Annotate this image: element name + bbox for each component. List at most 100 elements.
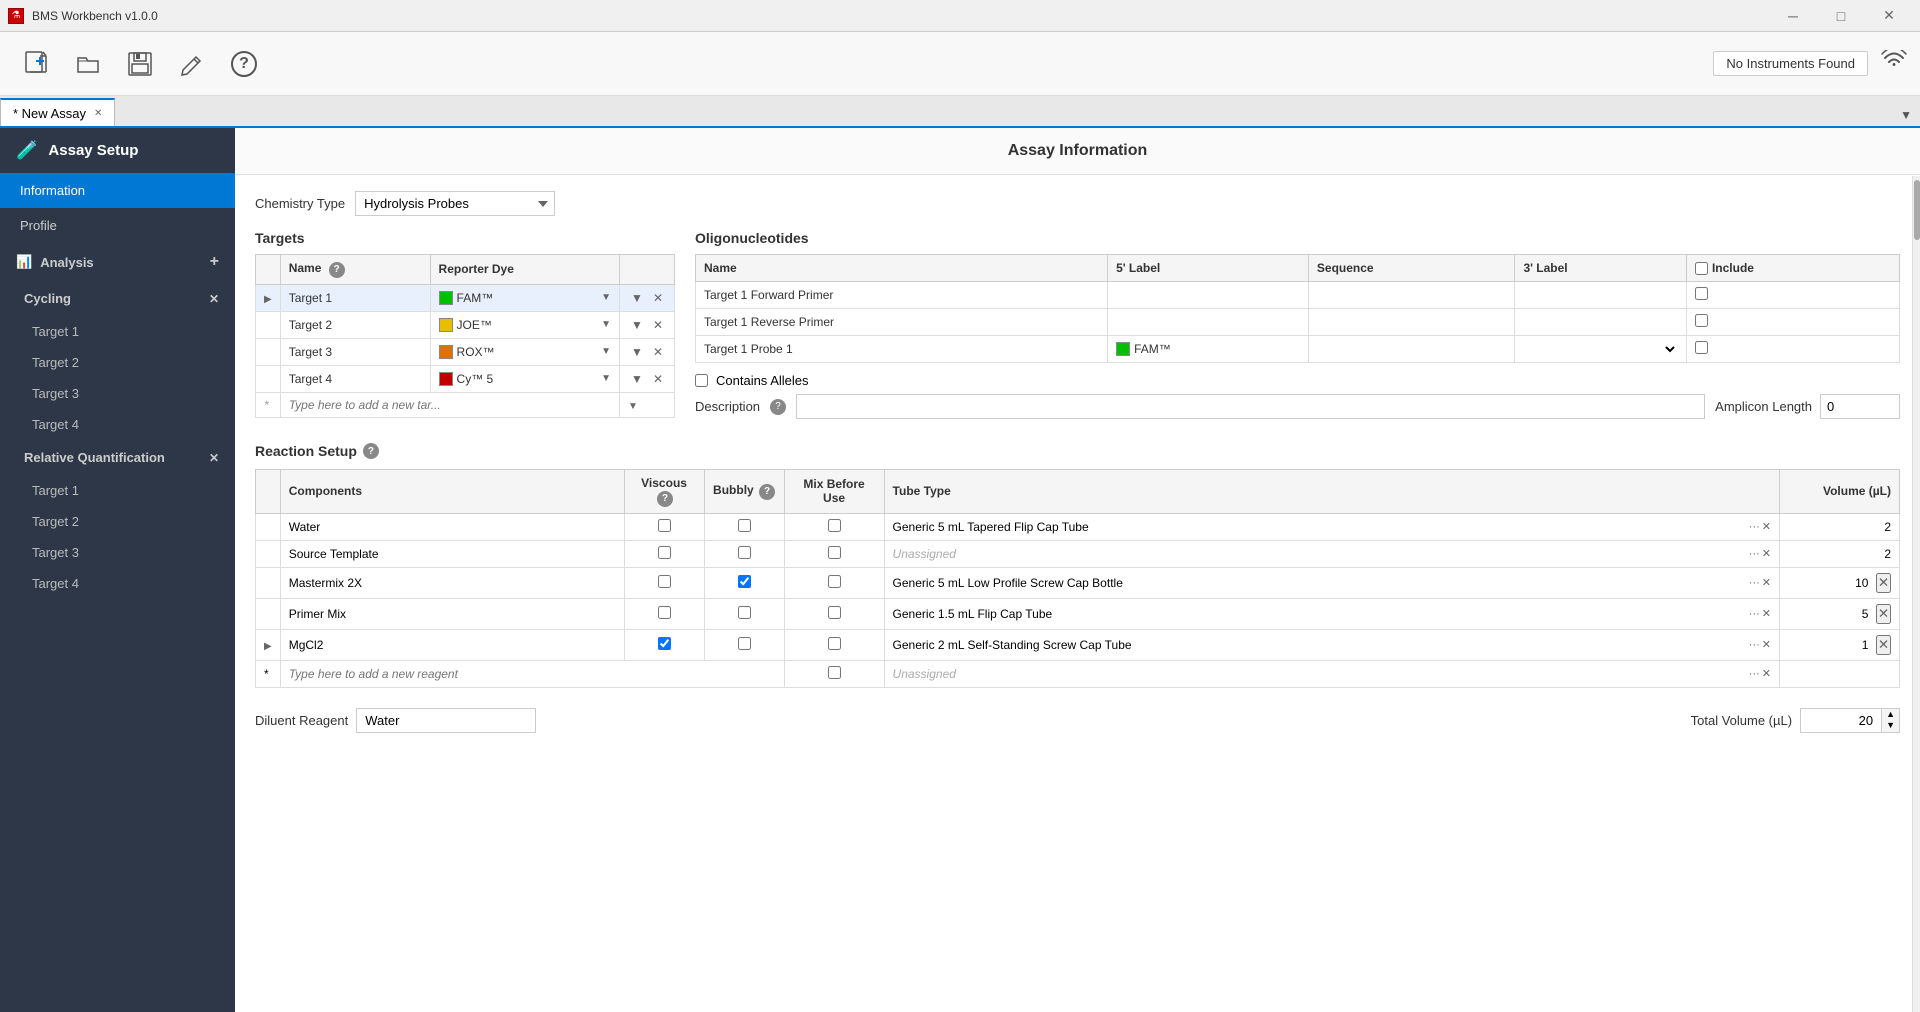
target-2-dye-arrow[interactable]: ▼ — [601, 319, 611, 330]
total-vol-input[interactable] — [1801, 709, 1881, 732]
oligo-include-all-checkbox[interactable] — [1695, 262, 1708, 275]
new-reagent-input[interactable] — [289, 667, 776, 681]
target-2-delete-btn[interactable]: ✕ — [650, 317, 666, 333]
mastermix-tube-more-btn[interactable]: ··· — [1749, 577, 1760, 589]
mastermix-vol-delete-btn[interactable]: ✕ — [1876, 573, 1891, 593]
mgcl2-mix-cb[interactable] — [828, 637, 841, 650]
source-tube-clear-btn[interactable]: ✕ — [1762, 547, 1771, 560]
target-2-dropdown-btn[interactable]: ▼ — [628, 317, 646, 333]
primer-bubbly-cb[interactable] — [738, 606, 751, 619]
target-3-dropdown-btn[interactable]: ▼ — [628, 344, 646, 360]
primer-tube-more-btn[interactable]: ··· — [1749, 608, 1760, 620]
cycling-close-icon[interactable]: ✕ — [209, 292, 219, 306]
amplicon-length-input[interactable] — [1820, 394, 1900, 419]
target-4-dye-arrow[interactable]: ▼ — [601, 373, 611, 384]
primer-mix-cb[interactable] — [828, 606, 841, 619]
rel-quant-header[interactable]: Relative Quantification ✕ — [0, 440, 235, 475]
oligo-1-include-checkbox[interactable] — [1695, 314, 1708, 327]
sidebar-item-profile[interactable]: Profile — [0, 208, 235, 243]
water-bubbly-cb[interactable] — [738, 519, 751, 532]
minimize-button[interactable]: ─ — [1770, 0, 1816, 32]
oligo-2-include-checkbox[interactable] — [1695, 341, 1708, 354]
oligo-row-1[interactable]: Target 1 Reverse Primer — [696, 309, 1900, 336]
cycling-target-4[interactable]: Target 4 — [0, 409, 235, 440]
source-tube-more-btn[interactable]: ··· — [1749, 548, 1760, 560]
new-button[interactable] — [12, 40, 60, 88]
mastermix-tube-clear-btn[interactable]: ✕ — [1762, 576, 1771, 589]
target-1-dropdown-btn[interactable]: ▼ — [628, 290, 646, 306]
target-1-dye-arrow[interactable]: ▼ — [601, 292, 611, 303]
target-3-delete-btn[interactable]: ✕ — [650, 344, 666, 360]
viscous-help-icon[interactable]: ? — [657, 491, 673, 507]
oligo-0-include-checkbox[interactable] — [1695, 287, 1708, 300]
target-row-4[interactable]: Target 4 Cy™ 5 ▼ — [256, 365, 675, 392]
target-row-3[interactable]: Target 3 ROX™ ▼ — [256, 338, 675, 365]
cycling-target-2[interactable]: Target 2 — [0, 347, 235, 378]
save-button[interactable] — [116, 40, 164, 88]
targets-name-help[interactable]: ? — [329, 262, 345, 278]
open-button[interactable] — [64, 40, 112, 88]
target-4-dropdown-btn[interactable]: ▼ — [628, 371, 646, 387]
oligo-row-0[interactable]: Target 1 Forward Primer — [696, 282, 1900, 309]
tab-close-icon[interactable]: ✕ — [94, 108, 102, 119]
source-mix-cb[interactable] — [828, 546, 841, 559]
new-target-row[interactable]: * ▼ — [256, 392, 675, 417]
primer-tube-clear-btn[interactable]: ✕ — [1762, 607, 1771, 620]
new-reagent-tube-clear-btn[interactable]: ✕ — [1762, 667, 1771, 680]
cycling-header[interactable]: Cycling ✕ — [0, 281, 235, 316]
mastermix-viscous-cb[interactable] — [658, 575, 671, 588]
oligo-row-2[interactable]: Target 1 Probe 1 FAM™ — [696, 336, 1900, 363]
target-row-1[interactable]: ▶ Target 1 FAM™ ▼ — [256, 284, 675, 311]
relquant-target-1[interactable]: Target 1 — [0, 475, 235, 506]
new-reagent-viscous-cb[interactable] — [828, 666, 841, 679]
sidebar-item-information[interactable]: Information — [0, 173, 235, 208]
oligo-2-label3-select[interactable] — [1523, 341, 1678, 357]
mgcl2-tube-clear-btn[interactable]: ✕ — [1762, 638, 1771, 651]
relquant-target-2[interactable]: Target 2 — [0, 506, 235, 537]
analysis-header[interactable]: 📊 Analysis + — [0, 243, 235, 281]
reaction-row-mgcl2[interactable]: ▶ MgCl2 Generic 2 mL Self-Standing Screw… — [256, 629, 1900, 660]
water-viscous-cb[interactable] — [658, 519, 671, 532]
reaction-help-icon[interactable]: ? — [363, 443, 379, 459]
target-row-2[interactable]: Target 2 JOE™ ▼ — [256, 311, 675, 338]
cycling-target-3[interactable]: Target 3 — [0, 378, 235, 409]
water-tube-clear-btn[interactable]: ✕ — [1762, 520, 1771, 533]
mgcl2-bubbly-cb[interactable] — [738, 637, 751, 650]
help-button[interactable]: ? — [220, 40, 268, 88]
mgcl2-vol-delete-btn[interactable]: ✕ — [1876, 635, 1891, 655]
total-vol-decrement-btn[interactable]: ▼ — [1882, 720, 1899, 732]
content-scrollbar[interactable] — [1912, 176, 1920, 1012]
edit-button[interactable] — [168, 40, 216, 88]
target-4-delete-btn[interactable]: ✕ — [650, 371, 666, 387]
scrollbar-thumb[interactable] — [1914, 180, 1920, 240]
diluent-input[interactable] — [356, 708, 536, 733]
chemistry-type-select[interactable]: Hydrolysis Probes Intercalating Dye Mole… — [355, 191, 555, 216]
reaction-row-mastermix[interactable]: Mastermix 2X Generic 5 mL Low Profile Sc… — [256, 567, 1900, 598]
reaction-row-source[interactable]: Source Template Unassigned ··· ✕ — [256, 540, 1900, 567]
water-mix-cb[interactable] — [828, 519, 841, 532]
new-assay-tab[interactable]: * New Assay ✕ — [0, 98, 115, 126]
mastermix-mix-cb[interactable] — [828, 575, 841, 588]
target-1-delete-btn[interactable]: ✕ — [650, 290, 666, 306]
close-button[interactable]: ✕ — [1866, 0, 1912, 32]
contains-alleles-checkbox[interactable] — [695, 374, 708, 387]
new-reagent-row[interactable]: * Unassigned ··· ✕ — [256, 660, 1900, 687]
mgcl2-viscous-cb[interactable] — [658, 637, 671, 650]
target-3-dye-arrow[interactable]: ▼ — [601, 346, 611, 357]
mgcl2-tube-more-btn[interactable]: ··· — [1749, 639, 1760, 651]
mastermix-bubbly-cb[interactable] — [738, 575, 751, 588]
primer-viscous-cb[interactable] — [658, 606, 671, 619]
add-analysis-icon[interactable]: + — [210, 253, 219, 271]
source-bubbly-cb[interactable] — [738, 546, 751, 559]
bubbly-help-icon[interactable]: ? — [759, 484, 775, 500]
total-vol-increment-btn[interactable]: ▲ — [1882, 709, 1899, 721]
reaction-row-water[interactable]: Water Generic 5 mL Tapered Flip Cap Tube… — [256, 513, 1900, 540]
new-target-input[interactable] — [289, 398, 611, 412]
tab-overflow-arrow[interactable]: ▼ — [1892, 104, 1920, 126]
water-tube-more-btn[interactable]: ··· — [1749, 521, 1760, 533]
rel-quant-close-icon[interactable]: ✕ — [209, 451, 219, 465]
description-input[interactable] — [796, 394, 1705, 419]
description-help-icon[interactable]: ? — [770, 399, 786, 415]
reaction-row-primer[interactable]: Primer Mix Generic 1.5 mL Flip Cap Tube … — [256, 598, 1900, 629]
primer-vol-delete-btn[interactable]: ✕ — [1876, 604, 1891, 624]
